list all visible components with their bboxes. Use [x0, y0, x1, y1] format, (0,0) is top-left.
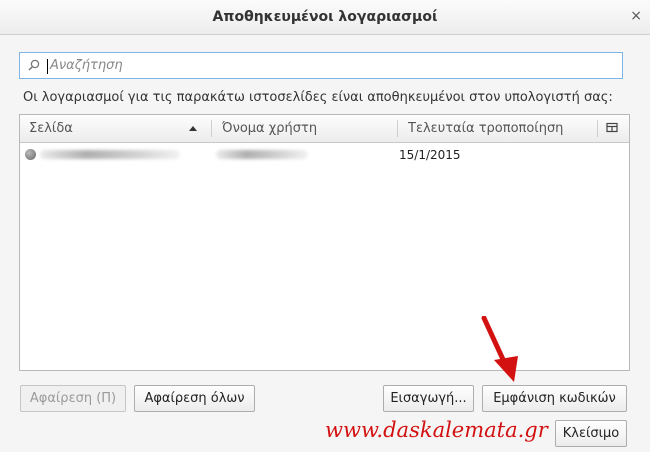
remove-button[interactable]: Αφαίρεση (Π)	[20, 385, 126, 412]
logins-table[interactable]: Σελίδα Όνομα χρήστη Τελευταία τροποποίησ…	[19, 114, 630, 371]
column-divider[interactable]	[397, 120, 398, 137]
info-text: Οι λογαριασμοί για τις παρακάτω ιστοσελί…	[23, 90, 613, 105]
blurred-username	[216, 150, 308, 159]
text-cursor	[47, 59, 48, 74]
search-icon	[28, 59, 40, 71]
column-picker-icon[interactable]	[606, 122, 618, 134]
show-passwords-button[interactable]: Εμφάνιση κωδικών	[482, 385, 627, 412]
watermark-text: www.daskalemata.gr	[325, 418, 548, 442]
column-header-last-modified[interactable]: Τελευταία τροποποίηση	[408, 121, 563, 136]
import-button[interactable]: Εισαγωγή...	[383, 385, 474, 412]
column-divider[interactable]	[597, 120, 598, 137]
search-placeholder: Αναζήτηση	[50, 58, 123, 73]
window-title: Αποθηκευμένοι λογαριασμοί	[212, 9, 438, 25]
sort-ascending-icon	[189, 126, 197, 131]
column-header-username[interactable]: Όνομα χρήστη	[222, 121, 317, 136]
red-arrow-annotation	[481, 316, 518, 382]
column-divider[interactable]	[211, 120, 212, 137]
last-modified-cell: 15/1/2015	[399, 148, 461, 162]
remove-all-button[interactable]: Αφαίρεση όλων	[134, 385, 255, 412]
search-input[interactable]: Αναζήτηση	[19, 52, 623, 79]
table-row[interactable]: 15/1/2015	[20, 143, 629, 165]
table-header: Σελίδα Όνομα χρήστη Τελευταία τροποποίησ…	[20, 115, 629, 143]
close-button[interactable]: Κλείσιμο	[555, 420, 627, 447]
title-bar: Αποθηκευμένοι λογαριασμοί ×	[0, 0, 650, 35]
column-header-site[interactable]: Σελίδα	[29, 121, 73, 136]
globe-icon	[25, 149, 36, 160]
blurred-site-name	[40, 150, 180, 159]
close-icon[interactable]: ×	[630, 8, 642, 24]
